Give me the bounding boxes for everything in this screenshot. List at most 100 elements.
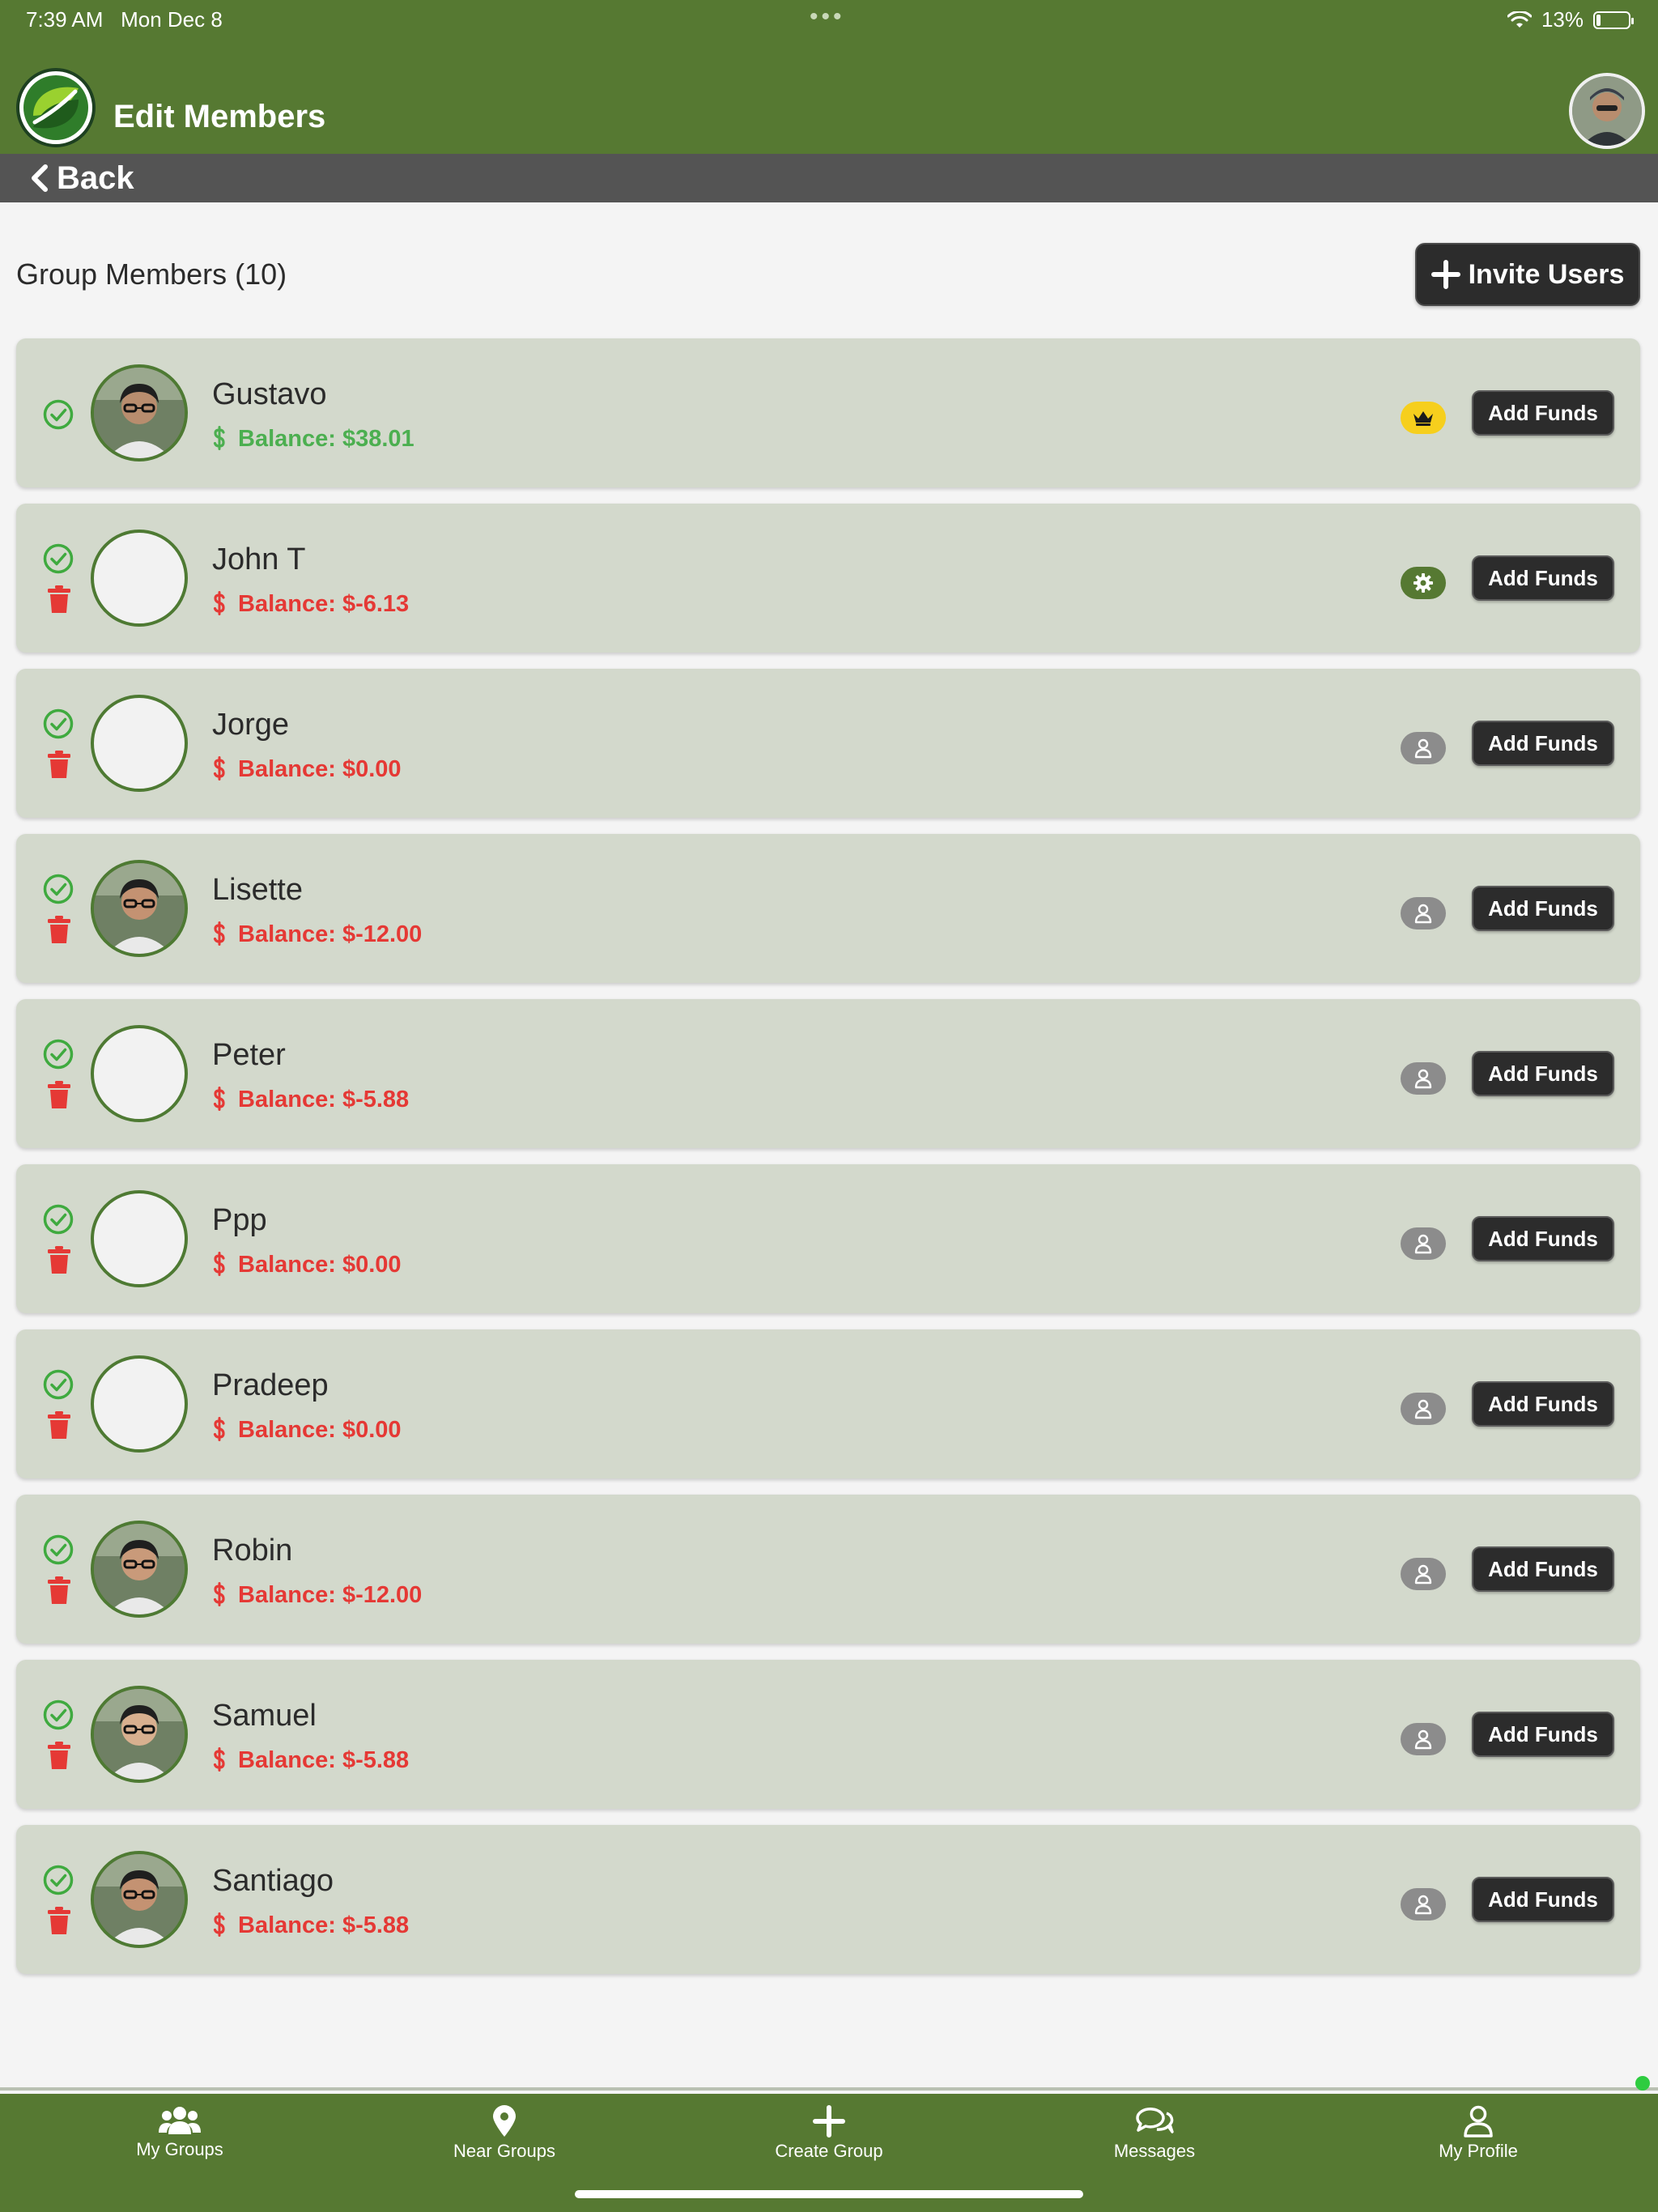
- trash-icon[interactable]: [47, 1245, 71, 1274]
- add-funds-button[interactable]: Add Funds: [1472, 1051, 1614, 1096]
- check-circle-icon[interactable]: [42, 873, 74, 905]
- balance-text: Balance: $0.00: [238, 1417, 402, 1443]
- back-button[interactable]: Back: [29, 157, 134, 199]
- member-role-icon[interactable]: [1401, 732, 1446, 764]
- member-role-icon[interactable]: [1401, 1062, 1446, 1095]
- add-funds-button[interactable]: Add Funds: [1472, 721, 1614, 766]
- balance-text: Balance: $-5.88: [238, 1912, 410, 1938]
- dollar-icon: [212, 921, 227, 952]
- check-circle-icon[interactable]: [42, 1864, 74, 1896]
- battery-icon: [1593, 11, 1634, 29]
- gear-icon[interactable]: [1401, 567, 1446, 599]
- member-avatar: [91, 1686, 188, 1783]
- app-header: Edit Members: [0, 39, 1658, 154]
- tab-my-groups[interactable]: My Groups: [58, 2105, 301, 2160]
- add-funds-button[interactable]: Add Funds: [1472, 1546, 1614, 1592]
- member-card[interactable]: Lisette Balance: $-12.00 Add Funds: [16, 834, 1640, 983]
- trash-icon[interactable]: [47, 915, 71, 944]
- member-name: Robin: [212, 1534, 293, 1568]
- member-card[interactable]: Peter Balance: $-5.88 Add Funds: [16, 999, 1640, 1148]
- member-balance: Balance: $-6.13: [212, 591, 409, 622]
- member-card[interactable]: Santiago Balance: $-5.88 Add Funds: [16, 1825, 1640, 1974]
- leaf-logo-icon[interactable]: [16, 68, 96, 147]
- trash-icon[interactable]: [47, 1576, 71, 1605]
- member-role-icon[interactable]: [1401, 1393, 1446, 1425]
- member-card[interactable]: Ppp Balance: $0.00 Add Funds: [16, 1164, 1640, 1313]
- battery-percent: 13%: [1541, 7, 1584, 32]
- member-role-icon[interactable]: [1401, 897, 1446, 929]
- add-funds-button[interactable]: Add Funds: [1472, 886, 1614, 931]
- member-card[interactable]: Samuel Balance: $-5.88 Add Funds: [16, 1660, 1640, 1809]
- member-avatar: [91, 1355, 188, 1453]
- member-balance: Balance: $0.00: [212, 1417, 402, 1448]
- tab-label: Near Groups: [453, 2141, 555, 2161]
- add-funds-button[interactable]: Add Funds: [1472, 1712, 1614, 1757]
- check-circle-icon[interactable]: [42, 1038, 74, 1070]
- section-title: Group Members (10): [16, 257, 287, 291]
- tab-my-profile[interactable]: My Profile: [1357, 2105, 1600, 2162]
- member-avatar: [91, 1521, 188, 1618]
- status-dot: [1635, 2076, 1650, 2091]
- tab-messages[interactable]: Messages: [1033, 2105, 1276, 2162]
- dollar-icon: [212, 1747, 227, 1778]
- member-avatar: [91, 364, 188, 462]
- check-circle-icon[interactable]: [42, 1203, 74, 1236]
- member-card[interactable]: Gustavo Balance: $38.01 Add Funds: [16, 338, 1640, 487]
- member-avatar: [91, 695, 188, 792]
- tab-label: My Groups: [136, 2139, 223, 2159]
- member-role-icon[interactable]: [1401, 1888, 1446, 1921]
- member-balance: Balance: $-5.88: [212, 1912, 409, 1943]
- trash-icon[interactable]: [47, 1906, 71, 1935]
- status-indicators: 13%: [1507, 7, 1634, 32]
- balance-text: Balance: $0.00: [238, 756, 402, 782]
- check-circle-icon[interactable]: [42, 1534, 74, 1566]
- member-card[interactable]: Pradeep Balance: $0.00 Add Funds: [16, 1329, 1640, 1478]
- balance-text: Balance: $-6.13: [238, 591, 410, 617]
- member-card[interactable]: John T Balance: $-6.13 Add Funds: [16, 504, 1640, 653]
- balance-text: Balance: $0.00: [238, 1252, 402, 1278]
- profile-avatar[interactable]: [1569, 73, 1645, 149]
- member-avatar: [91, 1851, 188, 1948]
- add-funds-button[interactable]: Add Funds: [1472, 1216, 1614, 1261]
- check-circle-icon[interactable]: [42, 708, 74, 740]
- add-funds-button[interactable]: Add Funds: [1472, 390, 1614, 436]
- member-balance: Balance: $0.00: [212, 1252, 402, 1283]
- dollar-icon: [212, 1417, 227, 1448]
- check-circle-icon[interactable]: [42, 542, 74, 575]
- trash-icon[interactable]: [47, 1080, 71, 1109]
- add-funds-button[interactable]: Add Funds: [1472, 1381, 1614, 1427]
- dollar-icon: [212, 1087, 227, 1117]
- member-role-icon[interactable]: [1401, 1558, 1446, 1590]
- check-circle-icon[interactable]: [42, 1699, 74, 1731]
- add-funds-button[interactable]: Add Funds: [1472, 1877, 1614, 1922]
- trash-icon[interactable]: [47, 1410, 71, 1440]
- trash-icon[interactable]: [47, 1741, 71, 1770]
- trash-icon[interactable]: [47, 750, 71, 779]
- member-avatar: [91, 860, 188, 957]
- member-name: Ppp: [212, 1203, 267, 1237]
- back-bar: Back: [0, 154, 1658, 202]
- tab-near-groups[interactable]: Near Groups: [383, 2105, 626, 2162]
- balance-text: Balance: $-12.00: [238, 1582, 423, 1608]
- check-circle-icon[interactable]: [42, 398, 74, 431]
- member-card[interactable]: Robin Balance: $-12.00 Add Funds: [16, 1495, 1640, 1644]
- invite-users-button[interactable]: Invite Users: [1415, 243, 1640, 306]
- wifi-icon: [1507, 11, 1532, 28]
- tab-create-group[interactable]: Create Group: [708, 2105, 950, 2162]
- member-balance: Balance: $38.01: [212, 426, 414, 457]
- crown-icon[interactable]: [1401, 402, 1446, 434]
- add-funds-button[interactable]: Add Funds: [1472, 555, 1614, 601]
- member-balance: Balance: $-12.00: [212, 921, 422, 952]
- member-role-icon[interactable]: [1401, 1227, 1446, 1260]
- member-role-icon[interactable]: [1401, 1723, 1446, 1755]
- member-name: Santiago: [212, 1864, 334, 1898]
- home-indicator[interactable]: [575, 2190, 1083, 2198]
- divider: [0, 2087, 1658, 2091]
- multitask-dots-icon[interactable]: •••: [810, 3, 845, 31]
- trash-icon[interactable]: [47, 585, 71, 614]
- check-circle-icon[interactable]: [42, 1368, 74, 1401]
- member-balance: Balance: $-5.88: [212, 1747, 409, 1778]
- member-card[interactable]: Jorge Balance: $0.00 Add Funds: [16, 669, 1640, 818]
- status-time: 7:39 AM: [26, 7, 104, 32]
- tab-label: Messages: [1113, 2141, 1196, 2161]
